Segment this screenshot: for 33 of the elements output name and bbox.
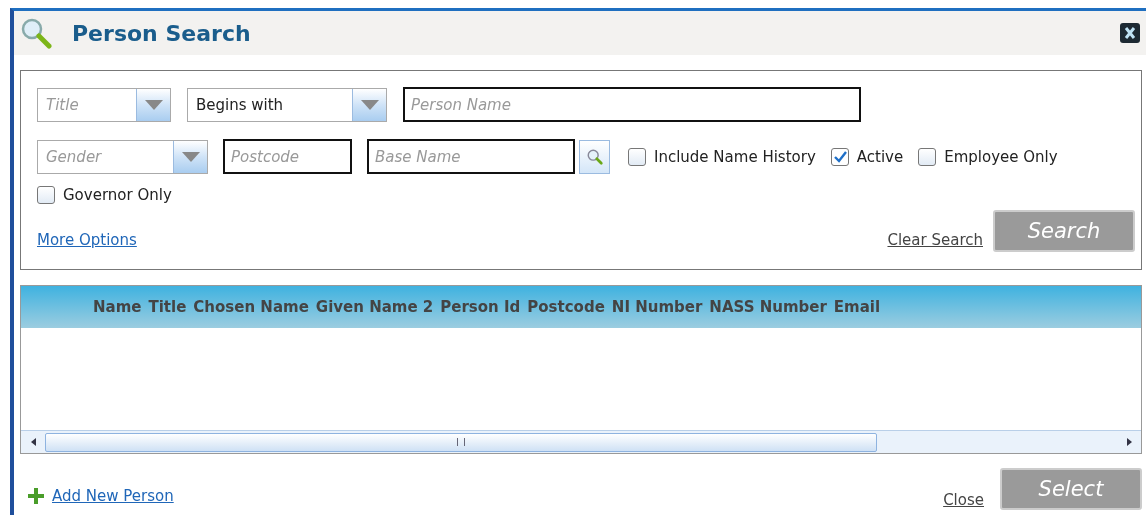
column-header[interactable]: Title (148, 298, 187, 316)
add-new-person-link[interactable]: Add New Person (52, 487, 174, 505)
gender-dropdown[interactable]: Gender (37, 139, 208, 174)
close-icon[interactable] (1120, 23, 1140, 43)
window-title: Person Search (72, 20, 251, 46)
column-header[interactable]: Postcode (527, 298, 605, 316)
magnifier-icon (20, 17, 52, 49)
clear-search-link[interactable]: Clear Search (887, 231, 983, 249)
checkbox[interactable] (830, 147, 849, 166)
column-header[interactable]: NI Number (611, 298, 703, 316)
close-link[interactable]: Close (943, 491, 984, 509)
checkbox-label: Include Name History (654, 147, 816, 166)
checkbox-label: Active (856, 147, 904, 166)
column-header[interactable]: Chosen Name (193, 298, 309, 316)
horizontal-scrollbar[interactable] (21, 430, 1141, 453)
column-header[interactable]: NASS Number (709, 298, 827, 316)
column-header[interactable]: Given Name 2 (315, 298, 434, 316)
search-icon[interactable] (579, 139, 610, 174)
person-name-field[interactable]: Person Name (403, 87, 861, 122)
base-name-field[interactable]: Base Name (367, 139, 575, 174)
column-header[interactable]: Person Id (440, 298, 521, 316)
checkbox[interactable] (37, 186, 55, 204)
checkbox[interactable] (628, 147, 646, 166)
checkbox[interactable] (918, 147, 937, 166)
plus-icon (26, 486, 46, 506)
more-options-link[interactable]: More Options (37, 231, 137, 249)
checkbox-label: Governor Only (63, 186, 172, 204)
checkbox-label: Employee Only (944, 147, 1058, 166)
title-dropdown[interactable]: Title (37, 87, 171, 122)
match-dropdown[interactable]: Begins with (187, 87, 387, 122)
column-header[interactable]: Name (93, 298, 142, 316)
postcode-field[interactable]: Postcode (223, 139, 352, 174)
column-header[interactable]: Email (833, 298, 881, 316)
